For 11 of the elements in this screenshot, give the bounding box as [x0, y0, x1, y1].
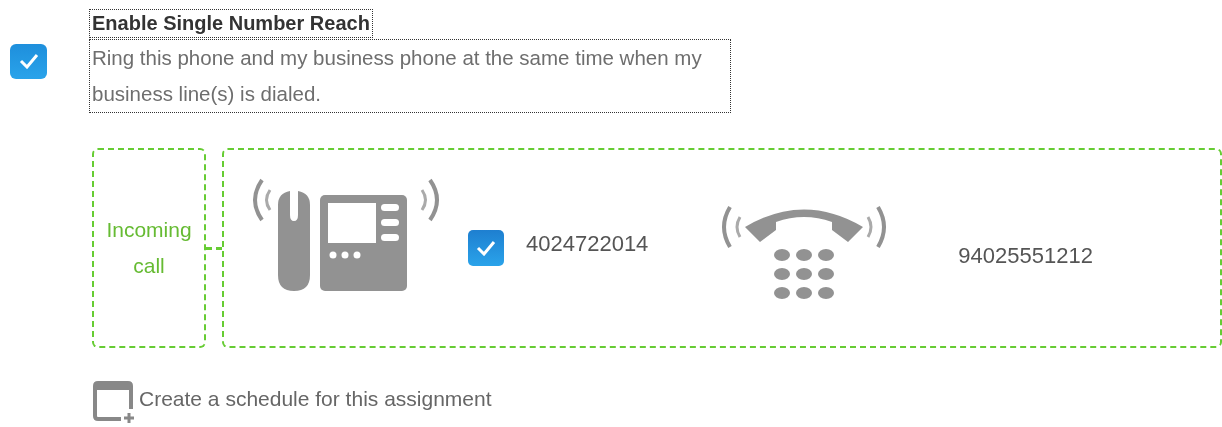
phone-number: 94025551212 — [958, 241, 1093, 270]
phone-number: 4024722014 — [526, 229, 649, 258]
option-description: Ring this phone and my business phone at the same time when my business line(s) is dialed. — [90, 40, 730, 112]
incoming-call-label: Incoming call — [105, 217, 193, 279]
calendar-add-icon — [93, 381, 135, 423]
checkbox[interactable] — [10, 43, 47, 79]
checkmark-icon — [18, 53, 39, 69]
checkmark-icon — [476, 240, 496, 256]
schedule-link[interactable]: Create a schedule for this assignment — [139, 387, 492, 411]
checkbox[interactable] — [468, 230, 504, 266]
option-title: Enable Single Number Reach — [90, 10, 372, 37]
